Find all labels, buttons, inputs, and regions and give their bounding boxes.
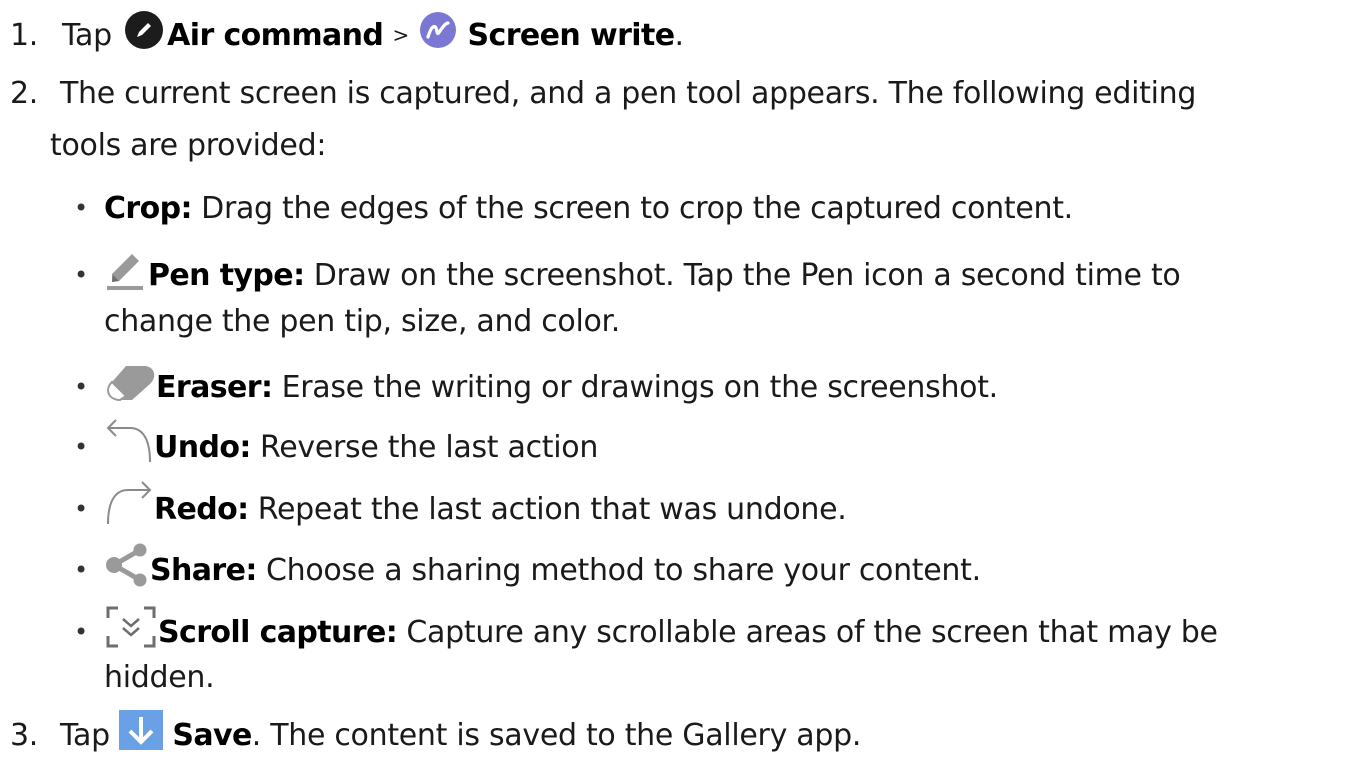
scroll-capture-icon bbox=[104, 604, 158, 663]
tool-name: Pen type bbox=[148, 258, 294, 293]
list-item-continuation: hidden. bbox=[104, 656, 215, 700]
bullet: • bbox=[74, 495, 88, 523]
tool-name: Crop bbox=[104, 191, 181, 226]
list-item: • Share: Choose a sharing method to shar… bbox=[74, 542, 981, 601]
tool-description: Repeat the last action that was undone. bbox=[248, 492, 847, 527]
tool-colon: : bbox=[385, 615, 398, 650]
step-3: 3. Tap Save. The content is saved to the … bbox=[10, 710, 861, 763]
bullet: • bbox=[74, 433, 88, 461]
tool-description: Erase the writing or drawings on the scr… bbox=[272, 370, 999, 405]
list-item: • Crop: Drag the edges of the screen to c… bbox=[74, 186, 1073, 231]
step-2-continuation: tools are provided: bbox=[50, 124, 326, 168]
tool-description-line2: change the pen tip, size, and color. bbox=[104, 304, 621, 339]
bullet: • bbox=[74, 261, 88, 289]
list-item: • Pen type: Draw on the screenshot. Tap … bbox=[74, 248, 1181, 305]
tool-description: Capture any scrollable areas of the scre… bbox=[397, 615, 1218, 650]
redo-icon bbox=[104, 480, 154, 541]
step-2-text: The current screen is captured, and a pe… bbox=[60, 76, 1197, 111]
step-1: 1. Tap Air command > Screen write. bbox=[10, 10, 684, 63]
tool-description: Reverse the last action bbox=[250, 430, 599, 465]
save-icon bbox=[119, 710, 164, 763]
step-3-text: . The content is saved to the Gallery ap… bbox=[251, 718, 862, 753]
tool-name: Undo bbox=[154, 430, 240, 465]
tool-name: Eraser bbox=[156, 370, 262, 405]
tool-description: Drag the edges of the screen to crop the… bbox=[191, 191, 1073, 226]
step-2-text-line2: tools are provided: bbox=[50, 128, 327, 163]
step-2: 2. The current screen is captured, and a … bbox=[10, 72, 1196, 116]
undo-icon bbox=[104, 418, 154, 479]
tool-name: Redo bbox=[154, 492, 238, 527]
list-item: • Eraser: Erase the writing or drawings … bbox=[74, 360, 998, 417]
tool-colon: : bbox=[239, 430, 251, 465]
bullet: • bbox=[74, 194, 88, 222]
bullet: • bbox=[74, 373, 88, 401]
tool-colon: : bbox=[237, 492, 249, 527]
step-1-period: . bbox=[674, 18, 684, 53]
share-icon bbox=[104, 542, 150, 601]
pen-icon bbox=[104, 248, 148, 305]
step-number: 3. bbox=[10, 718, 39, 753]
eraser-icon bbox=[104, 360, 156, 417]
tool-colon: : bbox=[260, 370, 273, 405]
screen-write-label: Screen write bbox=[467, 18, 676, 53]
air-command-icon bbox=[121, 10, 167, 63]
tool-description-line2: hidden. bbox=[104, 660, 215, 695]
list-item-continuation: change the pen tip, size, and color. bbox=[104, 300, 620, 344]
step-number: 1. bbox=[10, 18, 39, 53]
step-1-prefix: Tap bbox=[62, 18, 112, 53]
list-item: • Undo: Reverse the last action bbox=[74, 418, 598, 479]
list-item: • Scroll capture: Capture any scrollable… bbox=[74, 604, 1218, 663]
step-number: 2. bbox=[10, 76, 39, 111]
tool-description: Draw on the screenshot. Tap the Pen icon… bbox=[304, 258, 1181, 293]
list-item: • Redo: Repeat the last action that was … bbox=[74, 480, 847, 541]
bullet: • bbox=[74, 556, 88, 584]
tool-colon: : bbox=[245, 553, 257, 588]
tool-colon: : bbox=[180, 191, 193, 226]
air-command-label: Air command bbox=[167, 18, 384, 53]
tool-name: Share bbox=[150, 553, 246, 588]
bullet: • bbox=[74, 618, 88, 646]
tool-colon: : bbox=[293, 258, 305, 293]
tool-description: Choose a sharing method to share your co… bbox=[256, 553, 981, 588]
screen-write-icon bbox=[418, 10, 458, 63]
tool-name: Scroll capture bbox=[158, 615, 386, 650]
document: 1. Tap Air command > Screen write. 2. The … bbox=[0, 0, 1353, 757]
menu-separator: > bbox=[392, 23, 410, 47]
step-3-prefix: Tap bbox=[60, 718, 110, 753]
save-label: Save bbox=[172, 718, 252, 753]
